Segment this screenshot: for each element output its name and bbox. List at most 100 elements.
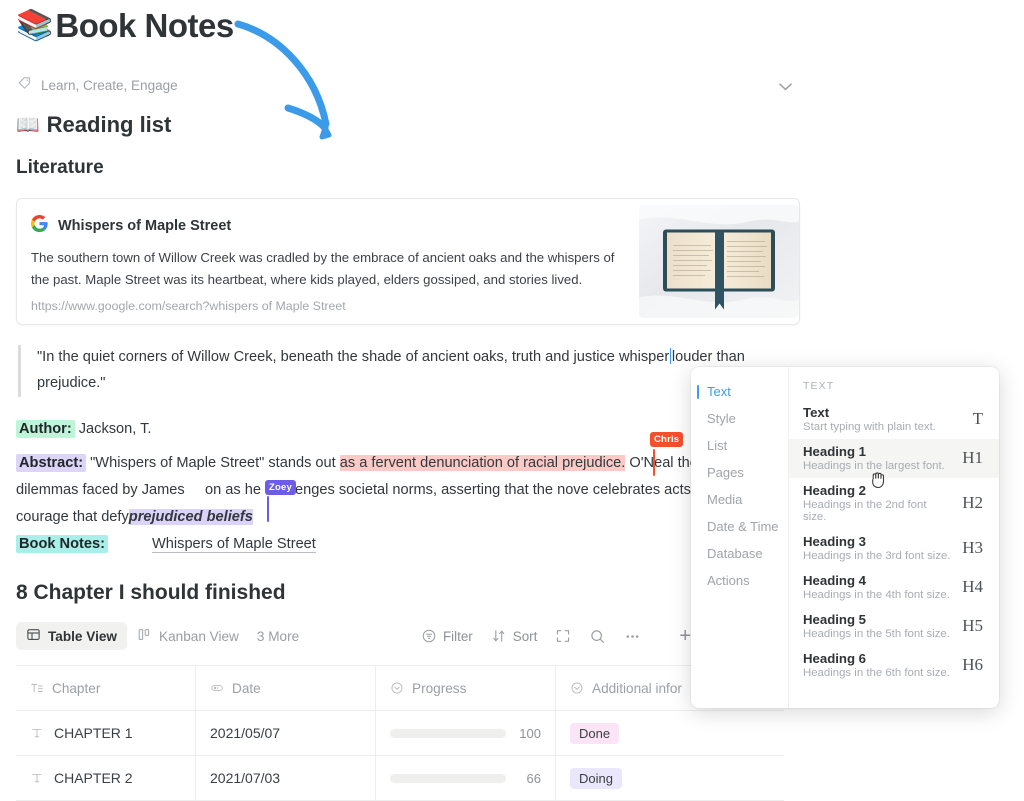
- cell-additional-info[interactable]: Doing: [556, 756, 736, 800]
- collab-label-zoey[interactable]: Zoey: [265, 480, 296, 495]
- command-item-name: Heading 4: [803, 573, 867, 588]
- open-book-emoji: 📖: [16, 115, 40, 136]
- command-item-text: Heading 4 Headings in the 4th font size.: [803, 573, 950, 601]
- book-notes-link[interactable]: Whispers of Maple Street: [152, 536, 316, 553]
- quote-before-caret: "In the quiet corners of Willow Creek, b…: [37, 349, 670, 365]
- expand-button[interactable]: [549, 624, 577, 648]
- column-header-chapter-label: Chapter: [52, 680, 101, 696]
- filter-label: Filter: [443, 628, 473, 644]
- command-item-text: Heading 2 Headings in the 2nd font size.: [803, 483, 952, 523]
- command-category-style[interactable]: Style: [691, 405, 788, 432]
- command-item-heading-3[interactable]: Heading 3 Headings in the 3rd font size. H…: [789, 529, 999, 568]
- cell-progress[interactable]: 100: [376, 711, 556, 755]
- status-badge: Done: [570, 722, 620, 744]
- command-item-badge: H3: [962, 538, 983, 557]
- author-value: Jackson, T.: [78, 421, 152, 437]
- books-emoji: 📚: [16, 9, 54, 43]
- command-item-badge: H5: [962, 616, 983, 635]
- command-category-pages[interactable]: Pages: [691, 459, 788, 486]
- table-row[interactable]: CHAPTER 1 2021/05/07 100 Done: [16, 711, 784, 756]
- chevron-down-icon[interactable]: [776, 78, 794, 96]
- tab-table-view-label: Table View: [48, 628, 118, 644]
- command-item-heading-6[interactable]: Heading 6 Headings in the 6th font size. H…: [789, 646, 999, 685]
- command-item-description: Headings in the 3rd font size.: [803, 550, 951, 562]
- command-item-name: Heading 5: [803, 612, 867, 627]
- filter-button[interactable]: Filter: [415, 624, 479, 648]
- command-category-date-time[interactable]: Date & Time: [691, 513, 788, 540]
- command-item-name: Text: [803, 405, 830, 420]
- heading-literature: Literature: [16, 157, 104, 178]
- cell-chapter-text: CHAPTER 1: [54, 725, 133, 741]
- select-type-icon: [570, 681, 584, 695]
- progress-value: 66: [526, 770, 541, 786]
- blue-arrow-annotation: [232, 18, 352, 148]
- page-title: Book Notes: [55, 7, 234, 44]
- command-item-badge: T: [972, 409, 983, 428]
- command-category-list[interactable]: List: [691, 432, 788, 459]
- bookmark-description: The southern town of Willow Creek was cr…: [31, 250, 615, 287]
- command-category-actions[interactable]: Actions: [691, 567, 788, 594]
- collab-label-chris[interactable]: Chris: [650, 432, 684, 447]
- page-tagline[interactable]: Learn, Create, Engage: [17, 75, 178, 95]
- google-g-icon: [31, 215, 48, 237]
- command-menu-categories: Text Style List Pages Media Date & Time Databa…: [691, 367, 789, 708]
- cell-chapter[interactable]: CHAPTER 2: [16, 756, 196, 800]
- command-item-name: Heading 1: [803, 444, 867, 459]
- command-item-text[interactable]: Text Start typing with plain text. T: [789, 400, 999, 439]
- command-item-text: Heading 5 Headings in the 5th font size.: [803, 612, 950, 640]
- author-line[interactable]: Author: Jackson, T.: [16, 417, 151, 443]
- progress-track: [390, 728, 506, 738]
- column-header-chapter[interactable]: Chapter: [16, 666, 196, 710]
- column-header-progress[interactable]: Progress: [376, 666, 556, 710]
- abstract-block[interactable]: Abstract: "Whispers of Maple Street" sta…: [16, 450, 756, 531]
- more-dots-icon: [624, 628, 641, 645]
- book-notes-line[interactable]: Book Notes: Whispers of Maple Street: [16, 532, 316, 558]
- collab-caret-zoey: [267, 496, 269, 522]
- tab-table-view[interactable]: Table View: [16, 622, 128, 650]
- command-category-database[interactable]: Database: [691, 540, 788, 567]
- page-title-row: 📚 Book Notes: [16, 7, 234, 44]
- quote-block[interactable]: "In the quiet corners of Willow Creek, b…: [18, 345, 808, 397]
- sort-button[interactable]: Sort: [485, 624, 544, 648]
- command-section-label: TEXT: [803, 380, 835, 392]
- table-row[interactable]: CHAPTER 2 2021/07/03 66 Doing: [16, 756, 784, 801]
- command-category-media[interactable]: Media: [691, 486, 788, 513]
- more-options-button[interactable]: [618, 624, 647, 649]
- cell-progress[interactable]: 66: [376, 756, 556, 800]
- kanban-icon: [137, 627, 152, 645]
- cell-date[interactable]: 2021/05/07: [196, 711, 376, 755]
- command-item-name: Heading 3: [803, 534, 867, 549]
- table-icon: [26, 627, 41, 645]
- tab-kanban-view[interactable]: Kanban View: [127, 622, 249, 650]
- status-badge: Doing: [570, 767, 622, 789]
- command-category-text[interactable]: Text: [691, 378, 788, 405]
- heading-reading-list: 📖 Reading list: [16, 112, 171, 138]
- bookmark-title-row: Whispers of Maple Street: [31, 215, 621, 237]
- cell-date[interactable]: 2021/07/03: [196, 756, 376, 800]
- author-label: Author:: [16, 420, 75, 438]
- column-header-date[interactable]: Date: [196, 666, 376, 710]
- text-cell-icon: [30, 726, 44, 740]
- database-table: Chapter Date Progress Additional infor C…: [16, 665, 784, 801]
- progress-track: [390, 773, 506, 783]
- command-item-name: Heading 2: [803, 483, 867, 498]
- command-item-heading-2[interactable]: Heading 2 Headings in the 2nd font size. H…: [789, 478, 999, 529]
- cell-chapter-text: CHAPTER 2: [54, 770, 133, 786]
- command-item-badge: H6: [962, 655, 983, 674]
- command-item-heading-4[interactable]: Heading 4 Headings in the 4th font size. H…: [789, 568, 999, 607]
- text-type-icon: [30, 681, 44, 695]
- abstract-body: Abstract: "Whispers of Maple Street" sta…: [16, 454, 738, 525]
- collab-caret-chris: [653, 449, 655, 476]
- cell-additional-info[interactable]: Done: [556, 711, 736, 755]
- more-views-button[interactable]: 3 More: [249, 624, 307, 649]
- bookmark-card[interactable]: Whispers of Maple Street The southern to…: [16, 198, 800, 325]
- text-cell-icon: [30, 771, 44, 785]
- database-toolbar: Filter Sort +: [415, 620, 699, 652]
- command-item-heading-1[interactable]: Heading 1 Headings in the largest font. H1: [789, 439, 999, 478]
- cell-chapter[interactable]: CHAPTER 1: [16, 711, 196, 755]
- command-item-heading-5[interactable]: Heading 5 Headings in the 5th font size. H…: [789, 607, 999, 646]
- command-item-name: Heading 6: [803, 651, 867, 666]
- search-button[interactable]: [583, 624, 612, 649]
- command-item-text: Heading 6 Headings in the 6th font size.: [803, 651, 950, 679]
- column-header-date-label: Date: [232, 680, 261, 696]
